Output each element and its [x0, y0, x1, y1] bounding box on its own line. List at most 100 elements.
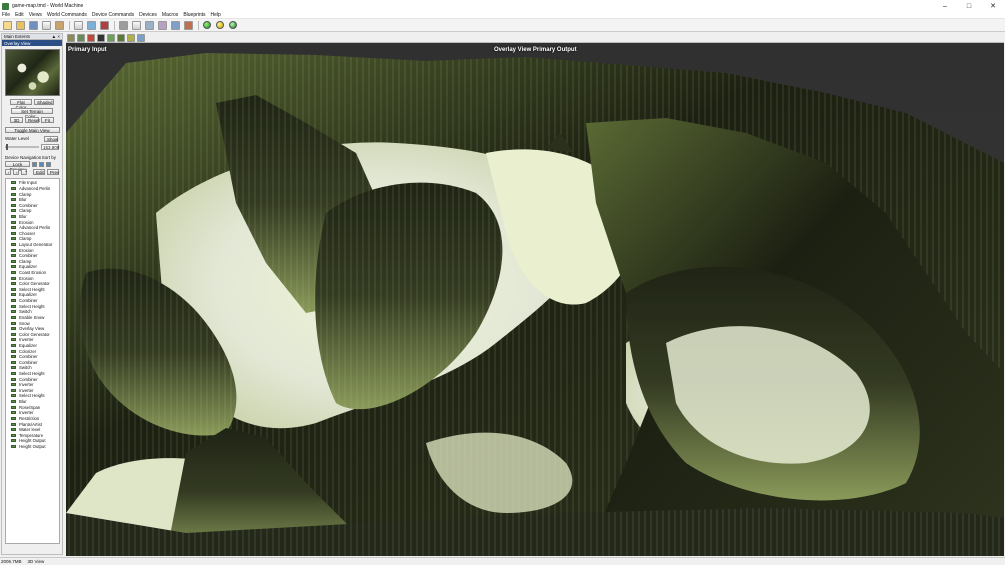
screenshot-icon[interactable] — [137, 33, 145, 42]
render-icon[interactable] — [145, 20, 154, 30]
menu-world-commands[interactable]: World Commands — [47, 12, 87, 18]
device-tree-label: Clamp — [19, 191, 32, 197]
menu-help[interactable]: Help — [211, 12, 221, 18]
ball-globe-icon[interactable] — [229, 21, 237, 29]
world-settings-icon[interactable] — [55, 20, 64, 30]
terrain-3d-view[interactable]: Primary Input Overlay View Primary Outpu… — [66, 43, 1004, 556]
cube-icon[interactable] — [97, 33, 105, 42]
slider-knob[interactable] — [6, 144, 8, 150]
device-tree-label: Colorizer — [19, 348, 37, 354]
device-tree[interactable]: File Input Advanced Perlin Clamp Blur Combin… — [5, 178, 60, 544]
device-icon — [11, 287, 16, 291]
menu-edit[interactable]: Edit — [15, 12, 24, 18]
set-terrain-color-button[interactable]: Set Terrain Color... — [11, 108, 53, 119]
title-bar: game-map.tmd - World Machine – □ ✕ — [0, 0, 1005, 12]
device-tree-label: Blur — [19, 197, 27, 203]
grid-icon[interactable] — [119, 20, 128, 30]
panel-pin-icon[interactable]: ▲ × — [52, 34, 60, 39]
image-icon[interactable] — [171, 20, 180, 30]
terrain-render — [66, 43, 1004, 556]
build-icon[interactable] — [100, 20, 109, 30]
device-tree-label: Enable Snow — [19, 314, 45, 320]
device-icon — [11, 428, 16, 432]
device-icon — [11, 355, 16, 359]
device-icon — [11, 203, 16, 207]
overlay-view-label: Overlay View — [2, 40, 62, 46]
device-tree-label: Erosion — [19, 247, 34, 253]
show-water-button[interactable]: Show — [44, 136, 58, 142]
panel-title: Main Extents — [4, 34, 31, 39]
menu-device-commands[interactable]: Device Commands — [92, 12, 134, 18]
maximize-button[interactable]: □ — [957, 0, 981, 12]
menu-macros[interactable]: Macros — [162, 12, 178, 18]
device-icon — [11, 439, 16, 443]
brush-icon[interactable] — [107, 33, 115, 42]
device-icon — [11, 433, 16, 437]
3d-button[interactable]: 3D — [10, 117, 23, 123]
toggle-main-view-button[interactable]: Toggle Main View — [4, 127, 60, 133]
device-tree-label: Switch — [19, 365, 32, 371]
minimize-button[interactable]: – — [933, 0, 957, 12]
menu-devices[interactable]: Devices — [139, 12, 157, 18]
close-button[interactable]: ✕ — [981, 0, 1005, 12]
prev-button[interactable]: Prev — [47, 169, 59, 175]
device-tree-label: File Input — [19, 180, 37, 186]
device-icon — [11, 181, 16, 185]
water-level-slider[interactable]: 153.809 — [5, 144, 59, 152]
device-icon — [11, 411, 16, 415]
flat-color-button[interactable]: Flat Color — [10, 99, 32, 110]
sort-icon-c[interactable] — [46, 161, 51, 167]
ball-green-icon[interactable] — [203, 21, 211, 29]
shading-buttons: Flat Color Shaded — [2, 99, 62, 110]
menu-file[interactable]: File — [2, 12, 10, 18]
render-icon[interactable] — [127, 33, 135, 42]
device-tree-label: Inverter — [19, 410, 34, 416]
device-tree-label: Inverter — [19, 387, 34, 393]
export-icon[interactable] — [184, 20, 193, 30]
ball-yellow-icon[interactable] — [216, 21, 224, 29]
layout-icon[interactable] — [132, 20, 141, 30]
menu-views[interactable]: Views — [29, 12, 42, 18]
edit-button[interactable]: Edit — [33, 169, 45, 175]
save-icon[interactable] — [29, 20, 38, 30]
device-icon — [11, 214, 16, 218]
device-tree-label: Height Output — [19, 443, 46, 449]
lock-preview-button[interactable]: Lock Preview — [5, 161, 30, 172]
device-icon — [11, 293, 16, 297]
frame-icon[interactable] — [77, 33, 85, 42]
device-icon — [11, 338, 16, 342]
sort-icon-a[interactable] — [32, 161, 37, 167]
undo-icon[interactable] — [74, 20, 83, 30]
menu-blueprints[interactable]: Blueprints — [183, 12, 205, 18]
open-folder-icon[interactable] — [16, 20, 25, 30]
properties-icon[interactable] — [42, 20, 51, 30]
sort-icon-b[interactable] — [39, 161, 44, 167]
water-level-text: Water Level — [5, 136, 29, 141]
overlay-thumbnail[interactable] — [5, 49, 60, 96]
device-tree-item[interactable]: Height Output — [7, 444, 59, 450]
terrain-icon[interactable] — [87, 33, 95, 42]
device-tree-label: Water level — [19, 427, 41, 433]
texture-icon[interactable] — [117, 33, 125, 42]
chart-icon[interactable] — [87, 20, 96, 30]
device-icon — [11, 248, 16, 252]
status-bar: 2006.7MB 3D View — [0, 557, 1005, 565]
device-tree-label: Switch — [19, 309, 32, 315]
toolbar-separator — [114, 20, 115, 30]
device-tree-label: Combiner — [19, 359, 38, 365]
nav-forward-icon[interactable]: › — [13, 169, 19, 175]
new-file-icon[interactable] — [3, 20, 12, 30]
nav-back-icon[interactable]: ‹ — [5, 169, 11, 175]
water-level-value[interactable]: 153.809 — [41, 144, 59, 150]
device-tree-label: Clamp — [19, 258, 32, 264]
device-tree-label: Temperature — [19, 432, 44, 438]
shaded-button[interactable]: Shaded — [34, 99, 54, 105]
device-tree-label: Erosion — [19, 275, 34, 281]
terrain-color-row: Set Terrain Color... — [2, 108, 62, 119]
reset-button[interactable]: Reset — [25, 117, 40, 123]
device-icon[interactable] — [158, 20, 167, 30]
camera-icon[interactable] — [67, 33, 75, 42]
nav-up-icon[interactable]: ⌃ — [21, 169, 28, 175]
fit-button[interactable]: Fit — [41, 117, 54, 123]
device-icon — [11, 332, 16, 336]
